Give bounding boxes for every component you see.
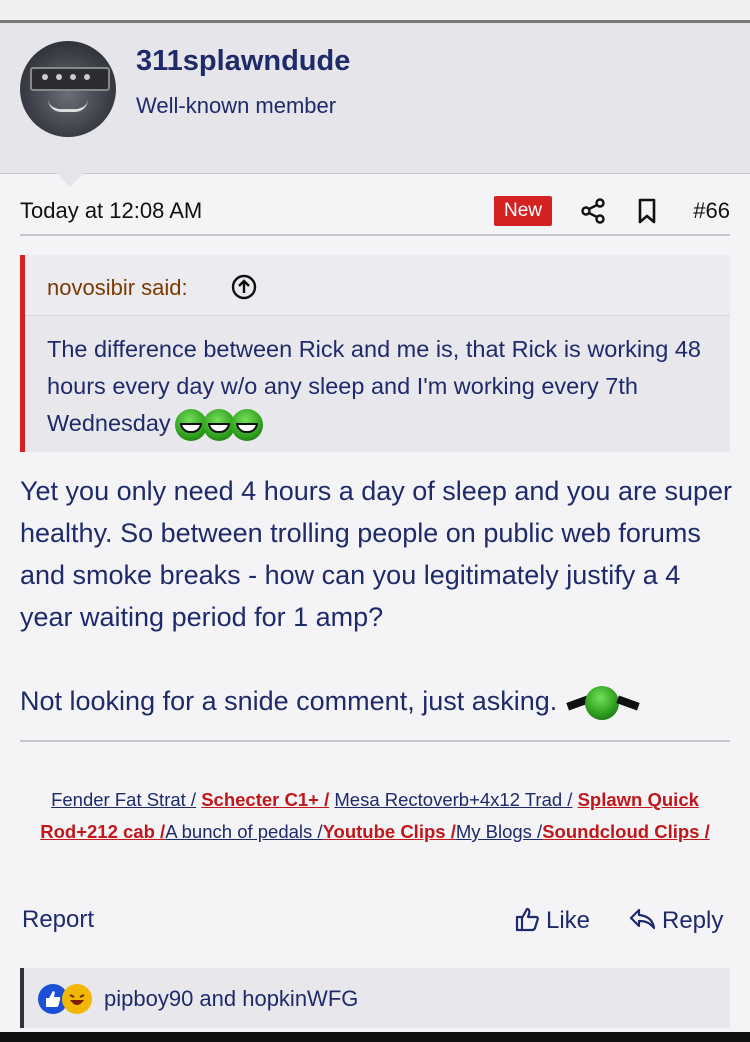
share-icon[interactable] [580,198,606,224]
sig-link[interactable]: Soundcloud Clips / [542,821,710,842]
laugh-reaction-icon [62,984,92,1014]
flying-smiley-icon [565,685,643,721]
avatar[interactable] [20,41,116,137]
quote-header: novosibir said: [25,255,730,316]
post-paragraph: Yet you only need 4 hours a day of sleep… [20,476,733,632]
post-paragraph: Not looking for a snide comment, just as… [20,680,735,722]
reply-button[interactable]: Reply [628,906,723,935]
arrow-up-circle-icon[interactable] [231,274,257,300]
sig-link[interactable]: Fender Fat Strat / [51,789,196,810]
sig-link[interactable]: My Blogs / [456,821,542,842]
sig-link[interactable]: A bunch of pedals / [165,821,322,842]
header-pointer [56,173,84,187]
reactors-list[interactable]: pipboy90 and hopkinWFG [104,986,358,1012]
sig-link[interactable]: Youtube Clips / [323,821,456,842]
post-number[interactable]: #66 [693,198,730,224]
post-meta: Today at 12:08 AM New #66 [20,196,730,236]
divider [20,740,730,742]
report-button[interactable]: Report [22,906,94,934]
post-body: Yet you only need 4 hours a day of sleep… [20,470,735,722]
like-button[interactable]: Like [514,906,590,935]
grin-smiley-icon [171,408,263,441]
reply-arrow-icon [629,908,656,930]
avatar-smile [48,99,88,112]
post-date[interactable]: Today at 12:08 AM [20,198,202,224]
signature: Fender Fat Strat / Schecter C1+ / Mesa R… [20,784,730,848]
thumbs-up-icon [515,907,539,932]
new-badge: New [494,196,552,226]
quote-block: novosibir said: The difference between R… [20,255,730,452]
reactions-bar[interactable]: pipboy90 and hopkinWFG [20,968,730,1028]
user-title: Well-known member [136,93,337,118]
top-bar [0,0,750,23]
bookmark-icon[interactable] [635,198,659,224]
sig-link[interactable]: Mesa Rectoverb+4x12 Trad / [334,789,572,810]
username[interactable]: 311splawndude [136,45,350,78]
bottom-bar [0,1032,750,1042]
user-header: 311splawndude Well-known member [0,23,750,187]
sig-link[interactable]: Schecter C1+ / [201,789,329,810]
quote-author[interactable]: novosibir said: [47,275,188,301]
quote-text: The difference between Rick and me is, t… [47,331,717,442]
